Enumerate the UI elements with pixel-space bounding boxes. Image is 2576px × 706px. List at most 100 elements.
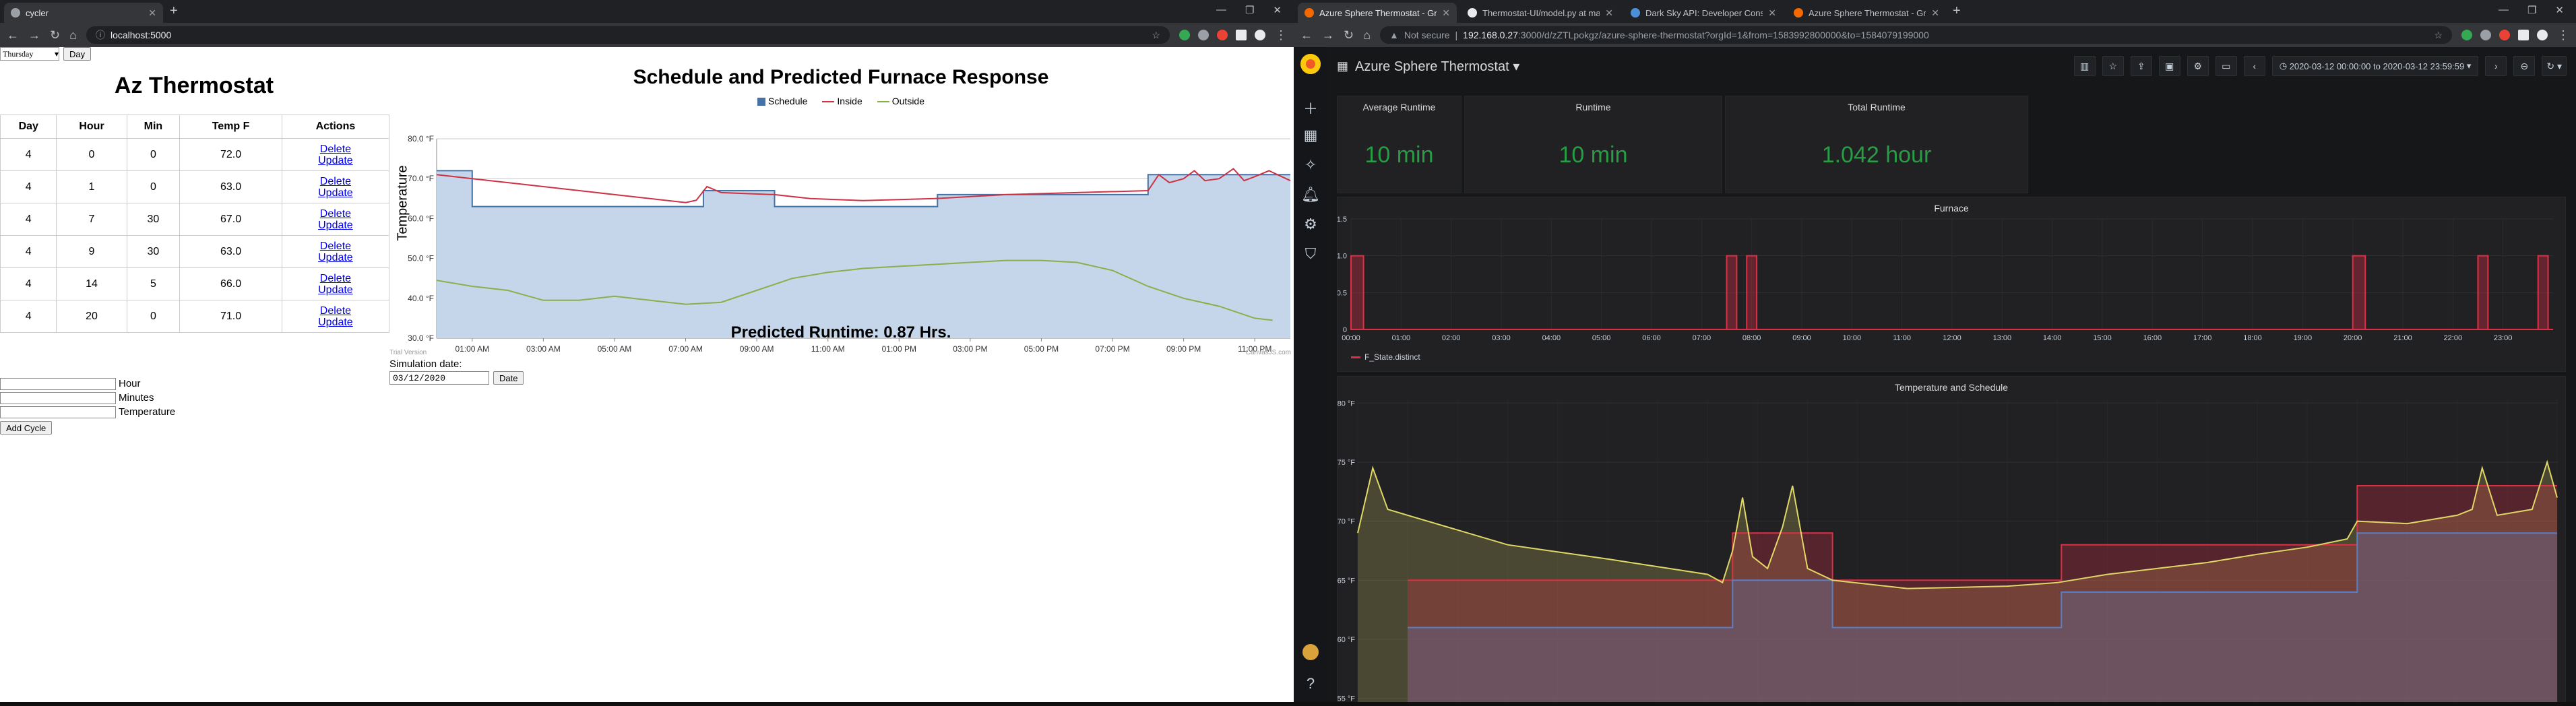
tv-mode-icon[interactable]: ▭: [2215, 56, 2237, 76]
avatar[interactable]: [1302, 644, 1319, 660]
home-icon[interactable]: ⌂: [69, 28, 77, 42]
plus-icon[interactable]: ＋: [1303, 97, 1318, 117]
back-icon[interactable]: ←: [7, 28, 19, 42]
bookmark-star-icon[interactable]: ☆: [1152, 30, 1160, 41]
delete-link[interactable]: Delete: [283, 240, 388, 252]
cell-day: 4: [0, 203, 57, 236]
day-select[interactable]: Thursday ▾: [0, 47, 59, 61]
maximize-icon[interactable]: ❐: [2527, 4, 2536, 16]
legend-color-icon: [1351, 356, 1360, 358]
tab-cycler[interactable]: cycler ✕: [4, 3, 163, 23]
update-link[interactable]: Update: [283, 220, 388, 231]
refresh-icon[interactable]: ↻ ▾: [2542, 56, 2567, 76]
minimize-icon[interactable]: —: [1216, 4, 1226, 16]
close-window-icon[interactable]: ✕: [2555, 4, 2564, 16]
grafana-logo-icon[interactable]: [1300, 54, 1321, 74]
new-tab-icon[interactable]: +: [1953, 3, 1961, 19]
extension-icon[interactable]: [2518, 30, 2529, 40]
close-tab-icon[interactable]: ✕: [1605, 7, 1613, 19]
update-link[interactable]: Update: [283, 317, 388, 328]
tab-3[interactable]: Dark Sky API: Developer Console ✕: [1624, 3, 1783, 23]
dashboards-icon[interactable]: ▦: [1304, 127, 1318, 144]
date-button[interactable]: Date: [493, 371, 524, 385]
time-back-icon[interactable]: ‹: [2243, 56, 2265, 76]
help-icon[interactable]: ?: [1307, 675, 1315, 693]
reload-icon[interactable]: ↻: [50, 28, 60, 42]
extension-icon[interactable]: [1236, 30, 1247, 40]
delete-link[interactable]: Delete: [283, 176, 388, 187]
minutes-input[interactable]: [0, 391, 116, 404]
home-icon[interactable]: ⌂: [1363, 28, 1371, 42]
delete-link[interactable]: Delete: [283, 143, 388, 155]
tab-4[interactable]: Azure Sphere Thermostat - Grafa ✕: [1787, 3, 1946, 23]
explore-icon[interactable]: ✧: [1305, 156, 1317, 174]
gear-icon[interactable]: ⚙: [2187, 56, 2209, 76]
menu-icon[interactable]: ⋮: [1275, 28, 1287, 42]
delete-link[interactable]: Delete: [283, 208, 388, 220]
legend-color-icon: [822, 101, 835, 103]
save-icon[interactable]: ▣: [2158, 56, 2180, 76]
maximize-icon[interactable]: ❐: [1245, 4, 1254, 16]
legend-label: Outside: [891, 96, 924, 106]
star-icon[interactable]: ☆: [2102, 56, 2124, 76]
address-bar[interactable]: ▲ Not secure | 192.168.0.27:3000/d/zZTLp…: [1379, 26, 2452, 44]
shield-icon[interactable]: ⛉: [1305, 245, 1317, 263]
extension-icon[interactable]: [2499, 30, 2510, 40]
legend-item[interactable]: Schedule: [757, 96, 807, 106]
back-icon[interactable]: ←: [1300, 28, 1313, 42]
close-tab-icon[interactable]: ✕: [148, 7, 156, 19]
add-cycle-button[interactable]: Add Cycle: [0, 421, 53, 435]
bookmark-star-icon[interactable]: ☆: [2434, 30, 2443, 41]
close-tab-icon[interactable]: ✕: [1931, 7, 1939, 19]
update-link[interactable]: Update: [283, 155, 388, 166]
simulation-date-input[interactable]: 03/12/2020: [389, 371, 489, 385]
menu-icon[interactable]: ⋮: [2557, 28, 2569, 42]
minimize-icon[interactable]: —: [2499, 4, 2509, 16]
gear-icon[interactable]: ⚙: [1304, 216, 1317, 233]
dashboard-title[interactable]: Azure Sphere Thermostat ▾: [1355, 58, 1519, 75]
tab-2[interactable]: Thermostat-UI/model.py at mas ✕: [1461, 3, 1620, 23]
profile-icon[interactable]: [1255, 30, 1265, 40]
tab-1[interactable]: Azure Sphere Thermostat - Grafa ✕: [1298, 3, 1457, 23]
cell-actions: Delete Update: [281, 170, 390, 203]
legend-item[interactable]: Inside: [822, 96, 862, 106]
update-link[interactable]: Update: [283, 187, 388, 199]
update-link[interactable]: Update: [283, 284, 388, 296]
close-window-icon[interactable]: ✕: [1273, 4, 1282, 16]
cell-hour: 0: [56, 138, 127, 171]
extension-icon[interactable]: [1217, 30, 1228, 40]
new-tab-icon[interactable]: +: [170, 3, 178, 19]
alerting-bell-icon[interactable]: 🔔︎: [1301, 186, 1320, 203]
reload-icon[interactable]: ↻: [1344, 28, 1354, 42]
share-icon[interactable]: ⇪: [2130, 56, 2152, 76]
day-button[interactable]: Day: [63, 47, 92, 61]
extension-icon[interactable]: [1198, 30, 1209, 40]
update-link[interactable]: Update: [283, 252, 388, 263]
delete-link[interactable]: Delete: [283, 273, 388, 284]
time-forward-icon[interactable]: ›: [2485, 56, 2507, 76]
extension-icon[interactable]: [1179, 30, 1190, 40]
close-tab-icon[interactable]: ✕: [1442, 7, 1450, 19]
column-header: Actions: [281, 115, 390, 139]
furnace-on-bar: [1726, 255, 1738, 330]
hour-input[interactable]: [0, 377, 116, 390]
cell-actions: Delete Update: [281, 203, 390, 236]
temperature-input[interactable]: [0, 406, 116, 418]
time-range-picker[interactable]: ◷ 2020-03-12 00:00:00 to 2020-03-12 23:5…: [2271, 56, 2479, 76]
extension-icon[interactable]: [2480, 30, 2491, 40]
add-panel-icon[interactable]: ▥: [2073, 56, 2096, 76]
close-tab-icon[interactable]: ✕: [1768, 7, 1776, 19]
tab-title: cycler: [26, 7, 49, 18]
delete-link[interactable]: Delete: [283, 305, 388, 317]
furnace-legend[interactable]: F_State.distinct: [1351, 352, 1420, 362]
table-row: 4 9 30 63.0 Delete Update: [0, 235, 390, 268]
tab-title: Dark Sky API: Developer Console: [1645, 7, 1763, 18]
address-bar[interactable]: ⓘ localhost:5000 ☆: [86, 26, 1170, 44]
canvasjs-credit[interactable]: CanvasJS.com: [1246, 349, 1291, 356]
zoom-out-icon[interactable]: ⊖: [2513, 56, 2536, 76]
legend-item[interactable]: Outside: [877, 96, 924, 106]
extension-icon[interactable]: [2461, 30, 2472, 40]
forward-icon[interactable]: →: [1322, 28, 1334, 42]
profile-icon[interactable]: [2537, 30, 2548, 40]
forward-icon[interactable]: →: [28, 28, 40, 42]
